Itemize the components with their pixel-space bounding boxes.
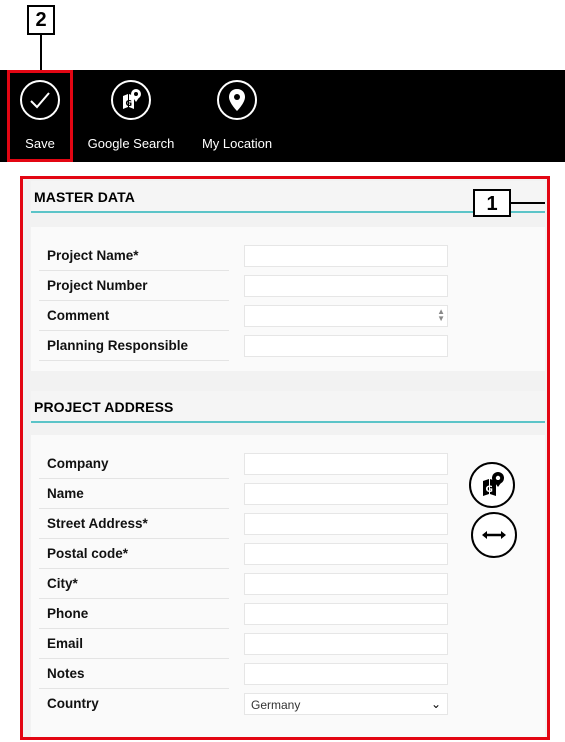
phone-input[interactable]: [244, 603, 448, 625]
phone-label: Phone: [47, 606, 89, 621]
form-row-company: Company: [39, 449, 539, 479]
swap-address-button[interactable]: [471, 512, 517, 558]
checkmark-icon: [20, 80, 60, 120]
save-button[interactable]: Save: [7, 70, 73, 162]
callout-1-leader-line: [511, 202, 545, 204]
comment-textarea[interactable]: ▲ ▼: [244, 305, 448, 327]
master-data-header: MASTER DATA: [31, 181, 545, 213]
project-address-header: PROJECT ADDRESS: [31, 391, 545, 423]
planning-responsible-input[interactable]: [244, 335, 448, 357]
form-row-postal-code: Postal code*: [39, 539, 539, 569]
form-row-city: City*: [39, 569, 539, 599]
callout-1: 1: [473, 189, 511, 217]
svg-text:G: G: [126, 99, 133, 108]
address-map-search-button[interactable]: G: [469, 462, 515, 508]
country-select[interactable]: Germany ⌄: [244, 693, 448, 715]
form-row-comment: Comment ▲ ▼: [39, 301, 539, 331]
form-row-country: Country Germany ⌄: [39, 689, 539, 719]
swap-horizontal-icon: [482, 531, 506, 539]
row-divider: [39, 360, 229, 361]
google-search-label: Google Search: [87, 136, 175, 151]
my-location-label: My Location: [201, 136, 273, 151]
notes-label: Notes: [47, 666, 85, 681]
postal-code-label: Postal code*: [47, 546, 129, 561]
country-selected-value: Germany: [251, 698, 301, 712]
company-label: Company: [47, 456, 109, 471]
form-row-project-number: Project Number: [39, 271, 539, 301]
form-row-phone: Phone: [39, 599, 539, 629]
notes-input[interactable]: [244, 663, 448, 685]
company-input[interactable]: [244, 453, 448, 475]
save-label: Save: [25, 136, 55, 151]
master-data-title: MASTER DATA: [34, 189, 135, 205]
name-label: Name: [47, 486, 84, 501]
location-pin-icon: [217, 80, 257, 120]
project-address-panel: Company Name Street Address* Postal code…: [31, 435, 545, 737]
form-container: MASTER DATA Project Name* Project Number…: [20, 176, 550, 740]
form-row-notes: Notes: [39, 659, 539, 689]
project-address-title: PROJECT ADDRESS: [34, 399, 174, 415]
project-number-label: Project Number: [47, 278, 148, 293]
my-location-button[interactable]: My Location: [196, 70, 278, 162]
email-input[interactable]: [244, 633, 448, 655]
name-input[interactable]: [244, 483, 448, 505]
postal-code-input[interactable]: [244, 543, 448, 565]
city-input[interactable]: [244, 573, 448, 595]
city-label: City*: [47, 576, 78, 591]
form-row-project-name: Project Name*: [39, 241, 539, 271]
chevron-down-icon: ⌄: [430, 697, 441, 711]
email-label: Email: [47, 636, 84, 651]
planning-responsible-label: Planning Responsible: [47, 338, 189, 353]
street-address-label: Street Address*: [47, 516, 148, 531]
comment-label: Comment: [47, 308, 110, 323]
toolbar: Save G Google Search My Location: [0, 70, 565, 162]
project-number-input[interactable]: [244, 275, 448, 297]
country-label: Country: [47, 696, 99, 711]
callout-2: 2: [27, 5, 55, 35]
callout-2-leader-line: [40, 35, 42, 71]
project-name-label: Project Name*: [47, 248, 139, 263]
form-row-planning-responsible: Planning Responsible: [39, 331, 539, 361]
svg-text:G: G: [486, 485, 493, 495]
map-search-icon: G: [111, 80, 151, 120]
form-row-name: Name: [39, 479, 539, 509]
project-name-input[interactable]: [244, 245, 448, 267]
form-row-email: Email: [39, 629, 539, 659]
map-search-icon: G: [483, 472, 504, 496]
form-row-street-address: Street Address*: [39, 509, 539, 539]
google-search-button[interactable]: G Google Search: [84, 70, 178, 162]
street-address-input[interactable]: [244, 513, 448, 535]
resize-handle-icon[interactable]: ▲ ▼: [437, 308, 445, 323]
master-data-panel: Project Name* Project Number Comment ▲ ▼ …: [31, 227, 545, 371]
